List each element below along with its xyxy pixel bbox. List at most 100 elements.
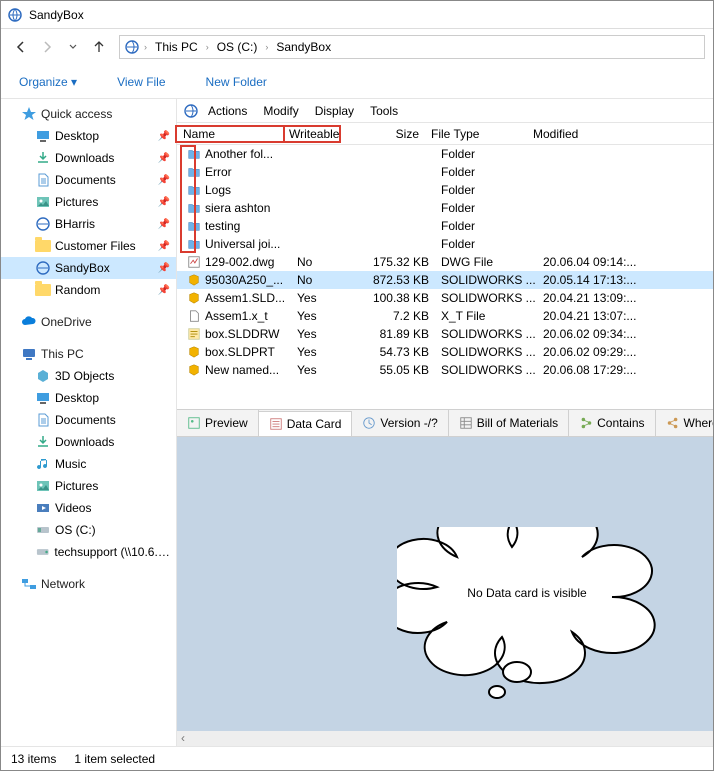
pdm-menu-bar: Actions Modify Display Tools: [177, 99, 713, 123]
tab-whereused[interactable]: Where Used: [656, 410, 714, 436]
table-row[interactable]: ErrorFolder: [177, 163, 713, 181]
table-row[interactable]: testingFolder: [177, 217, 713, 235]
back-button[interactable]: [9, 35, 33, 59]
new-folder-button[interactable]: New Folder: [200, 71, 273, 93]
menu-modify[interactable]: Modify: [256, 102, 305, 120]
table-row[interactable]: 95030A250_...No872.53 KBSOLIDWORKS ...20…: [177, 271, 713, 289]
table-row[interactable]: Another fol...Folder: [177, 145, 713, 163]
sidebar-item-downloads[interactable]: Downloads: [1, 431, 176, 453]
sidebar-item-sandybox[interactable]: SandyBox📌: [1, 257, 176, 279]
sidebar-item-documents[interactable]: Documents: [1, 409, 176, 431]
table-row[interactable]: LogsFolder: [177, 181, 713, 199]
sidebar-item-pictures[interactable]: Pictures📌: [1, 191, 176, 213]
sidebar-item-os-c-[interactable]: OS (C:): [1, 519, 176, 541]
pin-icon: 📌: [158, 219, 170, 230]
tab-preview[interactable]: Preview: [177, 410, 259, 436]
organize-menu[interactable]: Organize ▾: [13, 71, 83, 93]
command-bar: Organize ▾ View File New Folder: [1, 65, 713, 99]
table-row[interactable]: box.SLDDRWYes81.89 KBSOLIDWORKS ...20.06…: [177, 325, 713, 343]
table-row[interactable]: Assem1.x_tYes7.2 KBX_T File20.04.21 13:0…: [177, 307, 713, 325]
tab-version[interactable]: Version -/?: [352, 410, 448, 436]
pin-icon: 📌: [158, 241, 170, 252]
sidebar-item-customer-files[interactable]: Customer Files📌: [1, 235, 176, 257]
sw-icon: [187, 363, 201, 377]
drw-icon: [187, 327, 201, 341]
status-selected-count: 1 item selected: [74, 752, 155, 766]
file-icon: [187, 309, 201, 323]
sidebar-item-3d-objects[interactable]: 3D Objects: [1, 365, 176, 387]
this-pc[interactable]: This PC: [1, 343, 176, 365]
globe-icon: [124, 39, 140, 55]
network[interactable]: Network: [1, 573, 176, 595]
sidebar-item-desktop[interactable]: Desktop: [1, 387, 176, 409]
sidebar-item-bharris[interactable]: BHarris📌: [1, 213, 176, 235]
col-modified[interactable]: Modified: [527, 125, 713, 143]
recent-dropdown[interactable]: [61, 35, 85, 59]
titlebar: SandyBox: [1, 1, 713, 29]
view-file-button[interactable]: View File: [111, 71, 171, 93]
menu-display[interactable]: Display: [308, 102, 361, 120]
sw-icon: [187, 345, 201, 359]
folder-icon: [187, 183, 201, 197]
pin-icon: 📌: [158, 197, 170, 208]
onedrive[interactable]: OneDrive: [1, 311, 176, 333]
datacard-pane: No Data card is visible ‹: [177, 437, 713, 746]
breadcrumb-seg[interactable]: OS (C:): [213, 39, 262, 55]
col-name[interactable]: Name: [175, 125, 285, 143]
nav-row: › This PC› OS (C:)› SandyBox: [1, 29, 713, 65]
app-icon: [7, 7, 23, 23]
sidebar-item-desktop[interactable]: Desktop📌: [1, 125, 176, 147]
content-area: Quick access Desktop📌Downloads📌Documents…: [1, 99, 713, 746]
pin-icon: 📌: [158, 175, 170, 186]
pin-icon: 📌: [158, 153, 170, 164]
folder-icon: [187, 201, 201, 215]
file-list[interactable]: Another fol...FolderErrorFolderLogsFolde…: [177, 145, 713, 379]
forward-button[interactable]: [35, 35, 59, 59]
dwg-icon: [187, 255, 201, 269]
address-bar[interactable]: › This PC› OS (C:)› SandyBox: [119, 35, 705, 59]
quick-access[interactable]: Quick access: [1, 103, 176, 125]
tab-bom[interactable]: Bill of Materials: [449, 410, 569, 436]
sidebar-item-videos[interactable]: Videos: [1, 497, 176, 519]
breadcrumb-seg[interactable]: This PC: [151, 39, 202, 55]
window-title: SandyBox: [29, 8, 84, 22]
column-headers[interactable]: Name Writeable Size File Type Modified: [177, 123, 713, 145]
col-filetype[interactable]: File Type: [425, 125, 527, 143]
pin-icon: 📌: [158, 263, 170, 274]
nav-tree[interactable]: Quick access Desktop📌Downloads📌Documents…: [1, 99, 177, 746]
table-row[interactable]: New named...Yes55.05 KBSOLIDWORKS ...20.…: [177, 361, 713, 379]
col-writeable[interactable]: Writeable: [283, 125, 341, 143]
sidebar-item-music[interactable]: Music: [1, 453, 176, 475]
sidebar-item-documents[interactable]: Documents📌: [1, 169, 176, 191]
status-bar: 13 items 1 item selected: [1, 746, 713, 770]
sidebar-item-techsupport-10-6-1-2[interactable]: techsupport (\\10.6.1.2: [1, 541, 176, 563]
table-row[interactable]: siera ashtonFolder: [177, 199, 713, 217]
tab-contains[interactable]: Contains: [569, 410, 655, 436]
menu-tools[interactable]: Tools: [363, 102, 405, 120]
folder-icon: [187, 237, 201, 251]
status-item-count: 13 items: [11, 752, 56, 766]
breadcrumb-seg[interactable]: SandyBox: [272, 39, 335, 55]
sw-icon: [187, 291, 201, 305]
sidebar-item-pictures[interactable]: Pictures: [1, 475, 176, 497]
sw-icon: [187, 273, 201, 287]
pin-icon: 📌: [158, 285, 170, 296]
scrollbar[interactable]: ‹: [177, 731, 713, 746]
tab-datacard[interactable]: Data Card: [259, 411, 353, 437]
table-row[interactable]: box.SLDPRTYes54.73 KBSOLIDWORKS ...20.06…: [177, 343, 713, 361]
up-button[interactable]: [87, 35, 111, 59]
table-row[interactable]: Assem1.SLD...Yes100.38 KBSOLIDWORKS ...2…: [177, 289, 713, 307]
main-pane: Actions Modify Display Tools Name Writea…: [177, 99, 713, 746]
callout-text: No Data card is visible: [467, 586, 587, 600]
table-row[interactable]: Universal joi...Folder: [177, 235, 713, 253]
globe-icon: [183, 103, 199, 119]
sidebar-item-random[interactable]: Random📌: [1, 279, 176, 301]
folder-icon: [187, 219, 201, 233]
callout-bubble: No Data card is visible: [397, 527, 677, 707]
folder-icon: [187, 165, 201, 179]
folder-icon: [187, 147, 201, 161]
table-row[interactable]: 129-002.dwgNo175.32 KBDWG File20.06.04 0…: [177, 253, 713, 271]
sidebar-item-downloads[interactable]: Downloads📌: [1, 147, 176, 169]
col-size[interactable]: Size: [339, 125, 425, 143]
menu-actions[interactable]: Actions: [201, 102, 254, 120]
